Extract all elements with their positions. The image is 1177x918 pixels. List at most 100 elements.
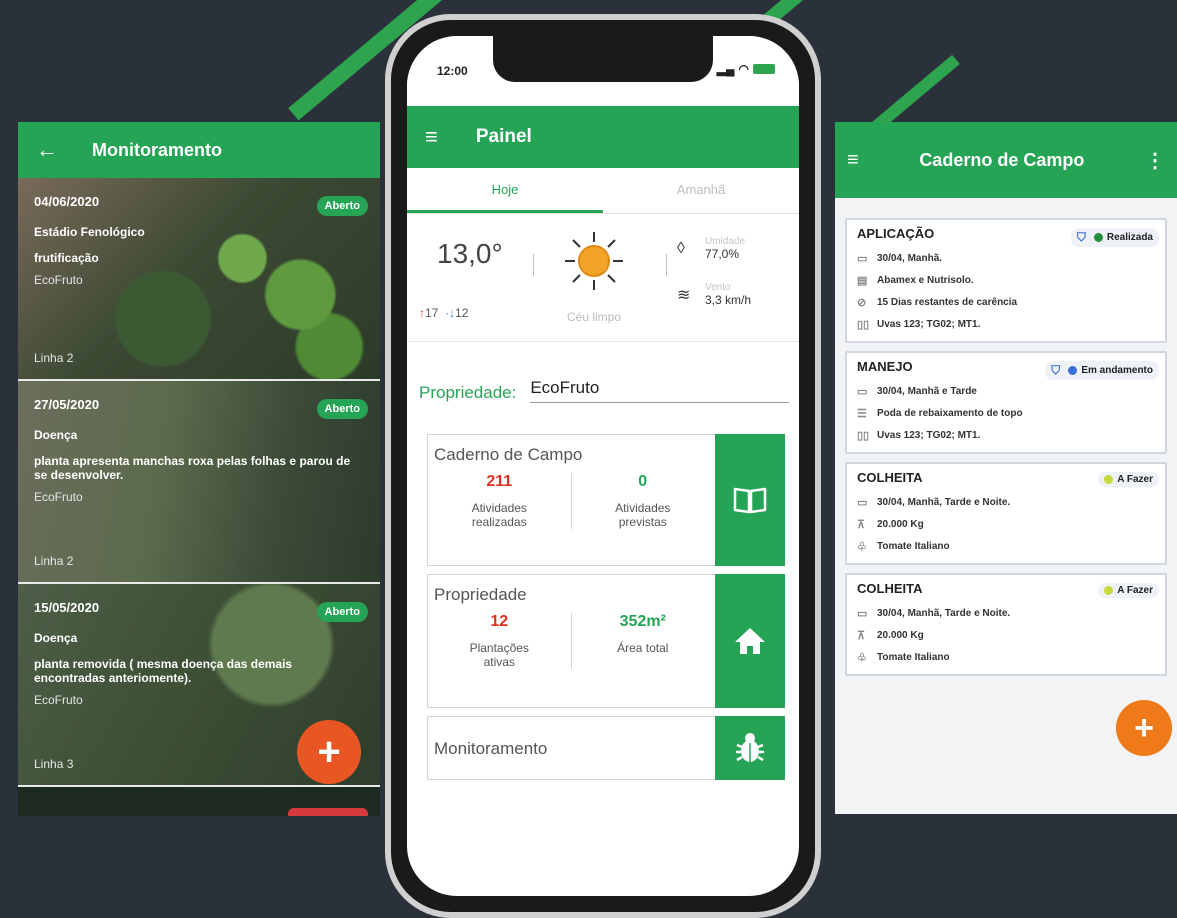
propriedade-side[interactable] [715, 574, 785, 708]
menu-icon[interactable]: ≡ [425, 124, 438, 150]
activity-row: ▤ Abamex e Nutrisolo. [857, 269, 1157, 291]
weather-panel: 13,0° ↑17 ·↓12 Céu limpo ◊ Umidade 77,0%… [407, 214, 799, 342]
stat-label: Área total [617, 641, 669, 655]
stat-label: Plantações [469, 641, 529, 655]
row-text: Tomate Italiano [877, 540, 950, 552]
activity-card[interactable]: APLICAÇÃO ⛉ Realizada ▭ 30/04, Manhã. ▤ Ab… [845, 218, 1167, 343]
stat-number: 0 [638, 473, 648, 490]
tab-amanha[interactable]: Amanhã [603, 168, 799, 213]
temp-min: 12 [455, 306, 469, 320]
activity-card[interactable]: MANEJO ⛉ Em andamento ▭ 30/04, Manhã e Ta… [845, 351, 1167, 454]
stat-label: Atividades [615, 501, 671, 515]
status-bar: 12:00 ▂▄ ◠ [407, 36, 799, 106]
shield-icon: ⛉ [1051, 363, 1061, 377]
plant-icon: ♧ [857, 540, 867, 553]
day-tabs: Hoje Amanhã [407, 168, 799, 214]
system-icons: ▂▄ ◠ [717, 62, 775, 76]
stat-plantations: 12 Plantações ativas [428, 613, 571, 669]
activity-row: ♧ Tomate Italiano [857, 646, 1157, 668]
card-line: Linha 2 [34, 554, 74, 568]
battery-icon [753, 64, 775, 74]
status-dot [1104, 586, 1114, 595]
stat-number: 352m² [619, 613, 666, 630]
activity-row: ▭ 30/04, Manhã, Tarde e Noite. [857, 491, 1157, 513]
status-text: A Fazer [1117, 585, 1153, 596]
wifi-icon: ◠ [738, 62, 749, 76]
activity-card[interactable]: COLHEITA A Fazer ▭ 30/04, Manhã, Tarde e … [845, 573, 1167, 676]
row-text: 30/04, Manhã, Tarde e Noite. [877, 496, 1011, 508]
activity-row: ▭ 30/04, Manhã, Tarde e Noite. [857, 602, 1157, 624]
screen-title: Painel [475, 126, 532, 147]
property-dropdown[interactable]: EcoFruto [530, 378, 789, 403]
arrow-left-icon[interactable]: ← [36, 137, 92, 163]
card-description: planta apresenta manchas roxa pelas folh… [34, 454, 351, 482]
activity-status: ⛉ Em andamento [1045, 361, 1159, 380]
propriedade-card[interactable]: Propriedade 12 Plantações ativas 352m² Á… [427, 574, 785, 708]
card-description: frutificação [34, 251, 99, 265]
stat-label: ativas [483, 655, 515, 669]
monitoramento-screen: ← Monitoramento 04/06/2020 Estádio Fenol… [18, 122, 380, 816]
stat-label: previstas [618, 515, 667, 529]
card-farm: EcoFruto [34, 693, 83, 707]
map-icon: ▯▯ [857, 318, 870, 331]
status-text: A Fazer [1117, 474, 1153, 485]
wind-cell: ≋ Vento 3,3 km/h [677, 282, 751, 307]
painel-screen: 12:00 ▂▄ ◠ ≡ Painel Hoje Amanhã 13,0° ↑1… [407, 36, 799, 896]
sun-icon [563, 230, 625, 297]
calendar-icon: ▭ [857, 252, 868, 265]
card-type: Doença [34, 428, 78, 442]
divider [533, 254, 534, 276]
card-date: 27/05/2020 [34, 397, 100, 412]
plant-icon: ♧ [857, 651, 867, 664]
more-vert-icon[interactable]: ⋮ [1145, 148, 1165, 173]
screen-title: Monitoramento [92, 139, 222, 160]
signal-icon: ▂▄ [716, 62, 735, 76]
row-text: 30/04, Manhã e Tarde [877, 385, 977, 397]
row-text: Uvas 123; TG02; MT1. [877, 318, 981, 330]
app-bar: ≡ Caderno de Campo ⋮ [835, 122, 1177, 198]
row-text: 15 Dias restantes de carência [877, 296, 1018, 308]
add-activity-button[interactable]: + [1116, 700, 1172, 756]
calendar-icon: ▭ [857, 496, 868, 509]
status-text: Realizada [1106, 232, 1153, 243]
weight-icon: ⊼ [857, 518, 866, 531]
status-dot [1104, 475, 1114, 484]
property-label: Propriedade: [419, 383, 517, 402]
add-monitoring-button[interactable]: + [297, 720, 361, 784]
map-icon: ▯▯ [857, 429, 870, 442]
monitoring-card[interactable]: 27/05/2020 Doença planta apresenta manch… [18, 381, 380, 584]
document-icon: ▤ [857, 274, 868, 287]
caderno-side[interactable] [715, 434, 785, 566]
activity-row: ▭ 30/04, Manhã. [857, 247, 1157, 269]
activity-row: ☰ Poda de rebaixamento de topo [857, 402, 1157, 424]
activity-status: A Fazer [1098, 583, 1159, 598]
activity-card[interactable]: COLHEITA A Fazer ▭ 30/04, Manhã, Tarde e … [845, 462, 1167, 565]
status-dot [1068, 366, 1078, 375]
tab-hoje[interactable]: Hoje [407, 168, 603, 213]
caderno-card[interactable]: Caderno de Campo 211 Atividades realizad… [427, 434, 785, 566]
row-text: Poda de rebaixamento de topo [877, 407, 1023, 419]
arrow-down-icon: ·↓ [445, 306, 456, 320]
activity-row: ▯▯ Uvas 123; TG02; MT1. [857, 313, 1157, 335]
row-text: Tomate Italiano [877, 651, 950, 663]
temp-max: 17 [425, 306, 439, 320]
row-text: 30/04, Manhã. [877, 252, 943, 264]
wind-value: 3,3 km/h [705, 293, 752, 307]
monitoramento-side[interactable] [715, 716, 785, 780]
card-description: planta removida ( mesma doença das demai… [34, 657, 293, 685]
home-icon [735, 628, 765, 654]
stat-label: realizadas [471, 515, 527, 529]
humidity-cell: ◊ Umidade 77,0% [677, 236, 745, 261]
card-stats: 211 Atividades realizadas 0 Atividades p… [428, 473, 714, 529]
status-badge: Aberto [316, 399, 368, 419]
monitoramento-card[interactable]: Monitoramento [427, 716, 785, 780]
monitoring-card[interactable]: 04/06/2020 Estádio Fenológico frutificaç… [18, 178, 380, 381]
card-type: Estádio Fenológico [34, 225, 145, 239]
menu-icon[interactable]: ≡ [847, 149, 859, 172]
card-farm: EcoFruto [34, 490, 83, 504]
screen-title: Caderno de Campo [919, 149, 1085, 170]
card-farm: EcoFruto [34, 273, 83, 287]
wind-label: Vento [705, 282, 731, 293]
book-icon [733, 487, 767, 514]
card-line: Linha 2 [34, 351, 74, 365]
